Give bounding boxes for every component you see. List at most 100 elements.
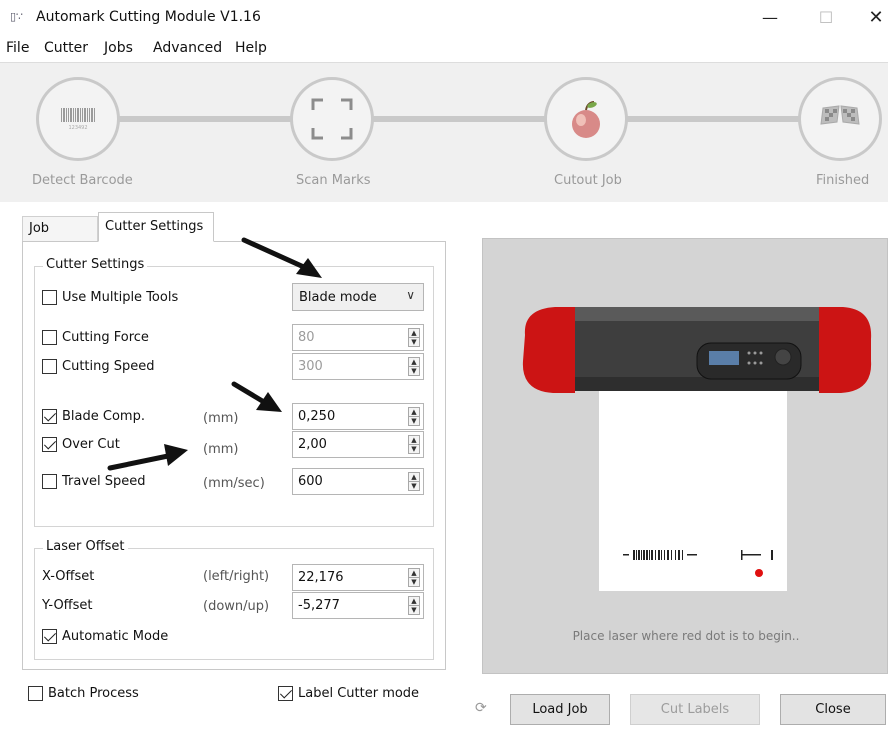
cutting-speed-label: Cutting Speed [62, 359, 155, 374]
menu-cutter[interactable]: Cutter [44, 40, 88, 56]
stepper-arrows: ▲ ▼ [408, 357, 420, 376]
cut-labels-button[interactable]: Cut Labels [630, 694, 760, 725]
step-cutout-job [544, 77, 628, 161]
cutting-force-checkbox[interactable] [42, 330, 57, 345]
stepper-down-icon[interactable]: ▼ [409, 367, 419, 376]
y-offset-label: Y-Offset [42, 598, 93, 613]
y-offset-value: -5,277 [298, 598, 340, 613]
cutting-force-value: 80 [298, 330, 315, 345]
minimize-button[interactable]: — [750, 6, 790, 30]
stepper-arrows: ▲ ▼ [408, 407, 420, 426]
over-cut-label: Over Cut [62, 437, 120, 452]
blade-comp-stepper[interactable]: 0,250 ▲ ▼ [292, 403, 424, 430]
chevron-down-icon: ∨ [406, 288, 415, 302]
blade-comp-unit: (mm) [203, 411, 239, 426]
barcode-icon: 123492 [61, 108, 95, 131]
stepper-down-icon[interactable]: ▼ [409, 338, 419, 347]
batch-process-checkbox[interactable] [28, 686, 43, 701]
mode-dropdown[interactable]: Blade mode ∨ [292, 283, 424, 311]
preview-hint: Place laser where red dot is to begin.. [572, 629, 800, 643]
step-label-detect-barcode: Detect Barcode [32, 173, 133, 188]
blade-comp-value: 0,250 [298, 409, 336, 424]
stepper-up-icon[interactable]: ▲ [409, 436, 419, 445]
travel-speed-stepper[interactable]: 600 ▲ ▼ [292, 468, 424, 495]
x-offset-label: X-Offset [42, 569, 95, 584]
tab-cutter-settings[interactable]: Cutter Settings [98, 212, 214, 242]
progress-steps: 123492 Detect Barcode Scan Marks Cutout … [0, 62, 888, 202]
stepper-up-icon[interactable]: ▲ [409, 597, 419, 606]
step-scan-marks [290, 77, 374, 161]
stepper-down-icon[interactable]: ▼ [409, 417, 419, 426]
laser-red-dot [755, 569, 763, 577]
close-window-button[interactable]: ✕ [856, 6, 888, 30]
cutter-illustration [522, 307, 872, 591]
cutting-speed-checkbox[interactable] [42, 359, 57, 374]
cutting-force-label: Cutting Force [62, 330, 149, 345]
step-label-cutout-job: Cutout Job [554, 173, 622, 188]
label-cutter-mode-checkbox[interactable] [278, 686, 293, 701]
stepper-arrows: ▲ ▼ [408, 328, 420, 347]
stepper-up-icon[interactable]: ▲ [409, 473, 419, 482]
travel-speed-checkbox[interactable] [42, 474, 57, 489]
stepper-up-icon[interactable]: ▲ [409, 358, 419, 367]
maximize-button[interactable]: ☐ [806, 6, 846, 30]
x-offset-stepper[interactable]: 22,176 ▲ ▼ [292, 564, 424, 591]
cutting-speed-value: 300 [298, 359, 323, 374]
y-offset-stepper[interactable]: -5,277 ▲ ▼ [292, 592, 424, 619]
menu-help[interactable]: Help [235, 40, 267, 56]
label-cutter-mode-label: Label Cutter mode [298, 686, 420, 701]
over-cut-checkbox[interactable] [42, 437, 57, 452]
menu-jobs[interactable]: Jobs [104, 40, 133, 56]
load-job-button[interactable]: Load Job [510, 694, 610, 725]
blade-comp-label: Blade Comp. [62, 409, 145, 424]
tab-job-status[interactable]: Job Status [22, 216, 98, 260]
travel-speed-unit: (mm/sec) [203, 476, 265, 491]
x-offset-unit: (left/right) [203, 569, 270, 584]
travel-speed-label: Travel Speed [62, 474, 146, 489]
step-label-finished: Finished [816, 173, 870, 188]
cutter-preview-panel: Place laser where red dot is to begin.. [482, 238, 888, 674]
step-label-scan-marks: Scan Marks [296, 173, 371, 188]
close-button[interactable]: Close [780, 694, 886, 725]
blade-comp-checkbox[interactable] [42, 409, 57, 424]
stepper-down-icon[interactable]: ▼ [409, 606, 419, 615]
over-cut-stepper[interactable]: 2,00 ▲ ▼ [292, 431, 424, 458]
laser-offset-group-title: Laser Offset [43, 539, 128, 554]
stepper-arrows: ▲ ▼ [408, 596, 420, 615]
stepper-arrows: ▲ ▼ [408, 568, 420, 587]
scan-marks-icon [311, 98, 353, 140]
stepper-arrows: ▲ ▼ [408, 435, 420, 454]
automatic-mode-label: Automatic Mode [62, 629, 169, 644]
x-offset-value: 22,176 [298, 570, 344, 585]
stepper-down-icon[interactable]: ▼ [409, 578, 419, 587]
y-offset-unit: (down/up) [203, 599, 270, 614]
travel-speed-value: 600 [298, 474, 323, 489]
refresh-icon[interactable]: ⟳ [475, 700, 487, 716]
checkered-flags-icon [820, 105, 860, 125]
stepper-up-icon[interactable]: ▲ [409, 569, 419, 578]
use-multiple-tools-label: Use Multiple Tools [62, 290, 179, 305]
step-detect-barcode: 123492 [36, 77, 120, 161]
use-multiple-tools-checkbox[interactable] [42, 290, 57, 305]
stepper-down-icon[interactable]: ▼ [409, 482, 419, 491]
stepper-down-icon[interactable]: ▼ [409, 445, 419, 454]
menu-file[interactable]: File [6, 40, 29, 56]
progress-track [80, 116, 870, 122]
over-cut-unit: (mm) [203, 442, 239, 457]
over-cut-value: 2,00 [298, 437, 327, 452]
mode-dropdown-value: Blade mode [299, 290, 377, 305]
app-icon: ▯∵ [10, 10, 24, 23]
barcode-digits: 123492 [68, 125, 87, 131]
cutting-speed-stepper[interactable]: 300 ▲ ▼ [292, 353, 424, 380]
cutting-force-stepper[interactable]: 80 ▲ ▼ [292, 324, 424, 351]
batch-process-label: Batch Process [48, 686, 139, 701]
stepper-up-icon[interactable]: ▲ [409, 329, 419, 338]
cutter-settings-group-title: Cutter Settings [43, 257, 148, 272]
apple-icon [572, 101, 600, 138]
menu-bar: File Cutter Jobs Advanced Help [0, 36, 888, 62]
window-title: Automark Cutting Module V1.16 [36, 9, 261, 25]
stepper-up-icon[interactable]: ▲ [409, 408, 419, 417]
menu-advanced[interactable]: Advanced [153, 40, 222, 56]
automatic-mode-checkbox[interactable] [42, 629, 57, 644]
stepper-arrows: ▲ ▼ [408, 472, 420, 491]
